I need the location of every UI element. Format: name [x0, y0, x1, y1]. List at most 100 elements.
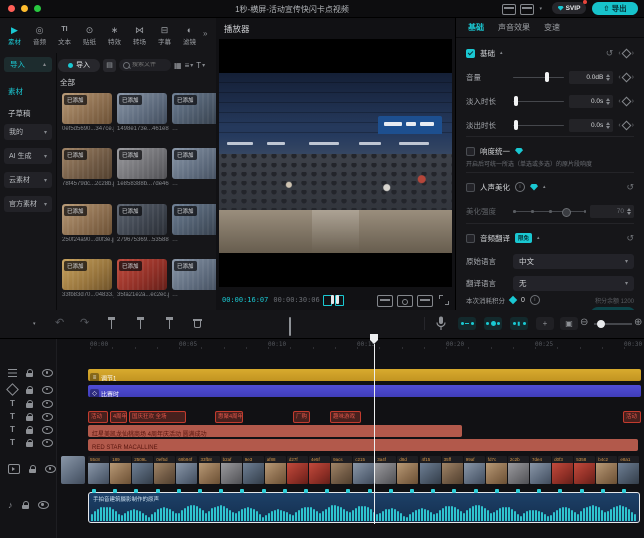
beat-marker[interactable] [198, 489, 202, 493]
beautify-strength-value[interactable]: 70 [590, 205, 634, 218]
lock-icon[interactable] [22, 501, 29, 509]
eye-icon[interactable] [42, 426, 53, 434]
select-tool-caret-icon[interactable]: ▾ [33, 321, 36, 327]
keyframe-control[interactable]: ‹› [618, 74, 634, 81]
media-thumbnail[interactable]: 已添加 [117, 148, 167, 179]
video-clip[interactable]: 69b94f [176, 456, 197, 484]
video-clip[interactable]: d8d [397, 456, 418, 484]
sidebar-item-官方素材[interactable]: 官方素材▾ [4, 196, 52, 212]
video-clip[interactable]: 2c2b [508, 456, 529, 484]
volume-slider[interactable] [513, 72, 564, 82]
tab-字幕[interactable]: ⊟字幕 [152, 20, 177, 50]
media-thumbnail[interactable]: 已添加 [117, 204, 167, 235]
beat-marker[interactable] [219, 489, 223, 493]
beat-marker[interactable] [601, 489, 605, 493]
media-thumbnail[interactable]: 已添加 [62, 93, 112, 124]
tab-特效[interactable]: ∗特效 [102, 20, 127, 50]
ratio-icon[interactable] [417, 295, 433, 307]
video-clip[interactable]: c215 [353, 456, 374, 484]
tab-音频[interactable]: ◎音频 [27, 20, 52, 50]
tab-素材[interactable]: ▶素材 [2, 20, 27, 50]
beat-marker[interactable] [325, 489, 329, 493]
filter-button[interactable]: T▾ [196, 61, 205, 70]
monitor-icon[interactable] [502, 4, 516, 15]
undo-icon[interactable]: ↶ [55, 316, 64, 329]
redo-icon[interactable]: ↷ [80, 316, 89, 329]
reset-icon[interactable]: ↺ [626, 182, 634, 193]
beat-marker[interactable] [474, 489, 478, 493]
lock-icon[interactable] [26, 439, 33, 447]
track-layout-icon[interactable]: ▣ [560, 317, 578, 330]
target-language-select[interactable]: 无 ▾ [513, 276, 634, 291]
crop-icon[interactable] [289, 318, 291, 336]
video-clip[interactable]: 2509L [132, 456, 153, 484]
lock-icon[interactable] [26, 426, 33, 434]
more-tabs-icon[interactable]: » [203, 29, 207, 38]
video-clip[interactable]: 9e3 [243, 456, 264, 484]
zoom-window-button[interactable] [34, 5, 41, 12]
beat-marker[interactable] [431, 489, 435, 493]
video-clip[interactable]: 7de4 [530, 456, 551, 484]
volume-value[interactable]: 0.0dB [569, 71, 613, 84]
audio-clip[interactable]: 手拍音建筑摄影制作的原声 [88, 492, 640, 523]
tab-滤镜[interactable]: ◐滤镜 [177, 20, 202, 50]
text-clip[interactable]: 惠聚4周年 [215, 411, 243, 423]
reset-icon[interactable]: ↺ [606, 48, 614, 59]
sidebar-import-button[interactable]: 导入 ▴ [4, 57, 52, 72]
text-clip[interactable]: 活动 [88, 411, 108, 423]
video-clip[interactable]: 189 [110, 456, 131, 484]
beat-marker[interactable] [537, 489, 541, 493]
info-icon[interactable]: i [530, 295, 540, 305]
beat-marker[interactable] [516, 489, 520, 493]
eye-icon[interactable] [42, 439, 53, 447]
tab-贴纸[interactable]: ⊙贴纸 [77, 20, 102, 50]
adjustment-clip[interactable]: ≡调节1 [88, 369, 641, 381]
lock-icon[interactable] [26, 400, 33, 408]
beat-marker[interactable] [92, 489, 96, 493]
beat-marker[interactable] [452, 489, 456, 493]
audio-translate-checkbox[interactable] [466, 234, 475, 243]
fade-in-value[interactable]: 0.0s [569, 95, 613, 108]
media-thumbnail[interactable]: 已添加 [172, 259, 216, 290]
playhead-line[interactable] [374, 344, 375, 524]
timeline[interactable]: 00:0000:0500:1000:1500:2000:2500:30 TTTT… [0, 338, 644, 538]
fade-out-slider[interactable] [513, 120, 564, 130]
video-clip[interactable]: 99af [464, 456, 485, 484]
beat-marker[interactable] [410, 489, 414, 493]
media-thumbnail[interactable]: 已添加 [172, 93, 216, 124]
record-voiceover-icon[interactable] [436, 316, 446, 331]
media-thumbnail[interactable]: 已添加 [117, 93, 167, 124]
minimize-window-button[interactable] [21, 5, 28, 12]
eye-icon[interactable] [42, 413, 53, 421]
beat-marker[interactable] [580, 489, 584, 493]
export-button[interactable]: ⇧ 导出 [592, 2, 638, 15]
preview-axis-toggle-icon[interactable] [510, 317, 528, 330]
video-clip[interactable]: fd7c [486, 456, 507, 484]
quality-icon[interactable] [377, 295, 393, 307]
eye-icon[interactable] [38, 501, 49, 509]
beat-marker[interactable] [495, 489, 499, 493]
text-clip[interactable]: 国庆狂欢 全场 [129, 411, 186, 423]
text-clip[interactable]: 活动 [623, 411, 641, 423]
lock-icon[interactable] [26, 413, 33, 421]
collapse-icon[interactable]: ▴ [537, 235, 540, 241]
media-thumbnail[interactable]: 已添加 [62, 259, 112, 290]
fade-out-value[interactable]: 0.0s [569, 119, 613, 132]
eye-icon[interactable] [42, 386, 53, 394]
source-language-select[interactable]: 中文 ▾ [513, 254, 634, 269]
beat-marker[interactable] [240, 489, 244, 493]
video-clip[interactable]: d27f [287, 456, 308, 484]
info-icon[interactable]: i [515, 182, 525, 192]
video-clip[interactable]: 3a4f [375, 456, 396, 484]
tab-basic[interactable]: 基础 [468, 22, 484, 33]
subtitle-text-clip[interactable]: RED STAR MACALLINE [88, 439, 638, 451]
video-clip[interactable]: 0ef5d [154, 456, 175, 484]
beat-marker[interactable] [134, 489, 138, 493]
video-clip[interactable]: 33fb8 [199, 456, 220, 484]
eye-icon[interactable] [45, 465, 56, 473]
keyframe-control[interactable]: ‹› [618, 98, 634, 105]
sidebar-item-素材[interactable]: 素材 [0, 80, 56, 102]
video-clip[interactable]: 35ff [442, 456, 463, 484]
beat-marker[interactable] [262, 489, 266, 493]
video-clip[interactable]: af88 [265, 456, 286, 484]
